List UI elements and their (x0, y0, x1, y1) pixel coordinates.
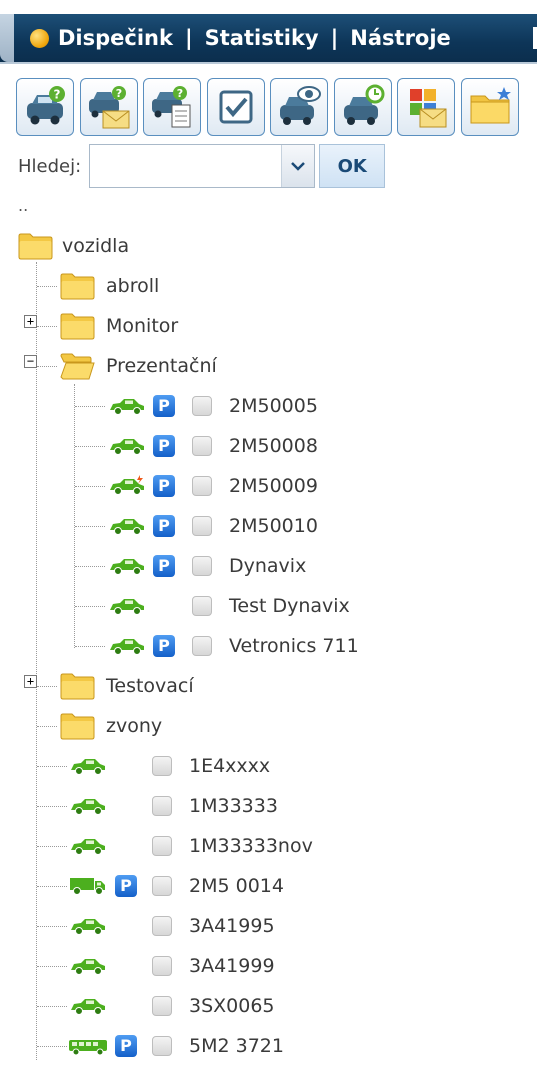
tree-vehicle-row[interactable]: 1M33333nov (0, 826, 537, 866)
tree-vehicle-row[interactable]: P 2M5 0014 (0, 866, 537, 906)
tree-node-label: Testovací (106, 675, 194, 697)
vehicle-name: 3A41995 (189, 915, 275, 937)
tree-connector (37, 1006, 67, 1007)
tree-connector (75, 486, 105, 487)
vehicle-tree: .. vozidla abroll + Monitor − Prezentačn… (0, 0, 537, 1061)
vehicle-name: Dynavix (229, 555, 307, 577)
folder-icon (60, 313, 95, 340)
vehicle-name: 1M33333 (189, 795, 278, 817)
tree-connector (37, 326, 57, 327)
tree-node-zvony[interactable]: zvony (0, 706, 537, 746)
vehicle-checkbox[interactable] (152, 996, 172, 1016)
tree-vehicle-row[interactable]: P Vetronics 711 (0, 626, 537, 666)
tree-vehicle-row[interactable]: P 5M2 3721 (0, 1026, 537, 1066)
vehicle-name: Vetronics 711 (229, 635, 359, 657)
parking-icon: P (115, 1035, 137, 1057)
collapse-icon[interactable]: − (24, 355, 37, 368)
tree-connector (37, 886, 67, 887)
tree-connector (37, 926, 67, 927)
parking-icon: P (115, 875, 137, 897)
folder-icon (60, 713, 95, 740)
tree-connector (75, 526, 105, 527)
tree-connector (37, 726, 57, 727)
tree-connector (75, 646, 105, 647)
tree-vehicle-row[interactable]: 3SX0065 (0, 986, 537, 1026)
vehicle-checkbox[interactable] (152, 796, 172, 816)
tree-connector (37, 806, 67, 807)
tree-connector (37, 766, 67, 767)
tree-node-label: vozidla (62, 235, 130, 257)
vehicle-checkbox[interactable] (152, 836, 172, 856)
vehicle-checkbox[interactable] (152, 916, 172, 936)
tree-connector (37, 686, 57, 687)
parent-folder-link[interactable]: .. (18, 196, 28, 215)
tree-vehicle-row[interactable]: P 2M50010 (0, 506, 537, 546)
vehicle-checkbox[interactable] (192, 476, 212, 496)
vehicle-checkbox[interactable] (192, 516, 212, 536)
vehicle-checkbox[interactable] (192, 396, 212, 416)
vehicle-name: 2M50005 (229, 395, 318, 417)
expand-icon[interactable]: + (24, 675, 37, 688)
vehicle-name: 1M33333nov (189, 835, 313, 857)
vehicle-name: 2M50009 (229, 475, 318, 497)
expand-icon[interactable]: + (24, 315, 37, 328)
vehicle-name: 1E4xxxx (189, 755, 271, 777)
tree-node-label: abroll (106, 275, 160, 297)
vehicle-checkbox[interactable] (192, 596, 212, 616)
tree-vehicle-row[interactable]: 1M33333 (0, 786, 537, 826)
parking-icon: P (153, 515, 175, 537)
tree-vehicle-row[interactable]: P Dynavix (0, 546, 537, 586)
vehicle-checkbox[interactable] (152, 876, 172, 896)
tree-connector (75, 446, 105, 447)
folder-icon (60, 273, 95, 300)
open-folder-icon (60, 353, 95, 380)
vehicle-name: 3A41999 (189, 955, 275, 977)
tree-connector (37, 286, 57, 287)
tree-vehicle-row[interactable]: 1E4xxxx (0, 746, 537, 786)
tree-connector (75, 606, 105, 607)
vehicle-name: 2M5 0014 (189, 875, 284, 897)
tree-connector (75, 406, 105, 407)
parking-icon: P (153, 475, 175, 497)
vehicle-name: 3SX0065 (189, 995, 275, 1017)
vehicle-name: Test Dynavix (229, 595, 350, 617)
tree-vehicle-row[interactable]: Test Dynavix (0, 586, 537, 626)
folder-icon (18, 233, 53, 260)
parking-icon: P (153, 395, 175, 417)
vehicle-name: 2M50010 (229, 515, 318, 537)
tree-node-label: zvony (106, 715, 163, 737)
tree-node-abroll[interactable]: abroll (0, 266, 537, 306)
tree-node-label: Prezentační (106, 355, 217, 377)
tree-node-testovaci[interactable]: + Testovací (0, 666, 537, 706)
vehicle-checkbox[interactable] (152, 756, 172, 776)
tree-connector (75, 566, 105, 567)
tree-vehicle-row[interactable]: P 2M50009 (0, 466, 537, 506)
vehicle-checkbox[interactable] (152, 956, 172, 976)
vehicle-checkbox[interactable] (192, 436, 212, 456)
tree-vehicle-row[interactable]: 3A41999 (0, 946, 537, 986)
vehicle-name: 2M50008 (229, 435, 318, 457)
vehicle-checkbox[interactable] (192, 556, 212, 576)
tree-node-vozidla[interactable]: vozidla (0, 226, 537, 266)
parking-icon: P (153, 435, 175, 457)
tree-node-monitor[interactable]: + Monitor (0, 306, 537, 346)
tree-connector (37, 846, 67, 847)
tree-node-prezentacni[interactable]: − Prezentační (0, 346, 537, 386)
vehicle-name: 5M2 3721 (189, 1035, 284, 1057)
tree-connector (37, 1046, 67, 1047)
tree-vehicle-row[interactable]: 3A41995 (0, 906, 537, 946)
parking-icon: P (153, 555, 175, 577)
tree-node-label: Monitor (106, 315, 179, 337)
tree-connector (37, 966, 67, 967)
vehicle-checkbox[interactable] (152, 1036, 172, 1056)
tree-connector (37, 366, 57, 367)
folder-icon (60, 673, 95, 700)
vehicle-checkbox[interactable] (192, 636, 212, 656)
tree-vehicle-row[interactable]: P 2M50005 (0, 386, 537, 426)
parking-icon: P (153, 635, 175, 657)
tree-vehicle-row[interactable]: P 2M50008 (0, 426, 537, 466)
